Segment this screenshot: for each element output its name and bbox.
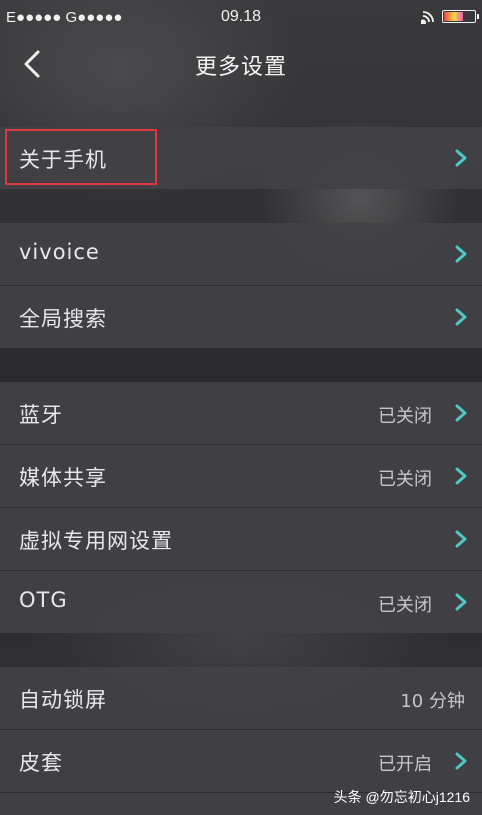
row-value: 10 分钟 <box>400 691 465 712</box>
chevron-right-icon <box>455 404 467 422</box>
chevron-right-icon <box>455 308 467 326</box>
page-title: 更多设置 <box>194 55 287 80</box>
row-label: 媒体共享 <box>19 466 107 490</box>
settings-row-global-search[interactable]: 全局搜索 <box>0 286 482 348</box>
status-icons <box>421 8 479 24</box>
row-label: 自动锁屏 <box>19 688 107 712</box>
chevron-right-icon <box>455 149 467 167</box>
settings-row-media-share[interactable]: 媒体共享 已关闭 <box>0 445 482 507</box>
row-label: 蓝牙 <box>19 403 63 427</box>
row-label: 关于手机 <box>19 148 107 172</box>
row-label: vivoice <box>19 240 100 264</box>
row-label: 虚拟专用网设置 <box>19 529 173 553</box>
status-time: 09.18 <box>220 8 262 25</box>
wifi-icon <box>421 11 434 24</box>
settings-row-about-phone[interactable]: 关于手机 <box>0 127 482 189</box>
settings-row-bluetooth[interactable]: 蓝牙 已关闭 <box>0 382 482 444</box>
row-label: OTG <box>19 588 68 612</box>
chevron-right-icon <box>455 245 467 263</box>
row-value: 已开启 <box>378 754 432 775</box>
row-value: 已关闭 <box>378 406 432 427</box>
row-value: 已关闭 <box>378 469 432 490</box>
settings-row-case[interactable]: 皮套 已开启 <box>0 730 482 792</box>
row-label: 全局搜索 <box>19 307 107 331</box>
status-bar: E●●●●● G●●●●● 09.18 <box>0 0 482 34</box>
watermark: 头条 @勿忘初心j1216 <box>333 789 470 805</box>
battery-icon <box>442 9 479 23</box>
settings-row-vpn[interactable]: 虚拟专用网设置 <box>0 508 482 570</box>
settings-row-otg[interactable]: OTG 已关闭 <box>0 571 482 633</box>
row-label: 皮套 <box>19 751 63 775</box>
settings-row-auto-lock[interactable]: 自动锁屏 10 分钟 <box>0 667 482 729</box>
row-value: 已关闭 <box>378 595 432 616</box>
chevron-right-icon <box>455 467 467 485</box>
chevron-right-icon <box>455 593 467 611</box>
header: 更多设置 <box>0 34 482 96</box>
settings-row-vivoice[interactable]: vivoice <box>0 223 482 285</box>
chevron-right-icon <box>455 752 467 770</box>
chevron-right-icon <box>455 530 467 548</box>
